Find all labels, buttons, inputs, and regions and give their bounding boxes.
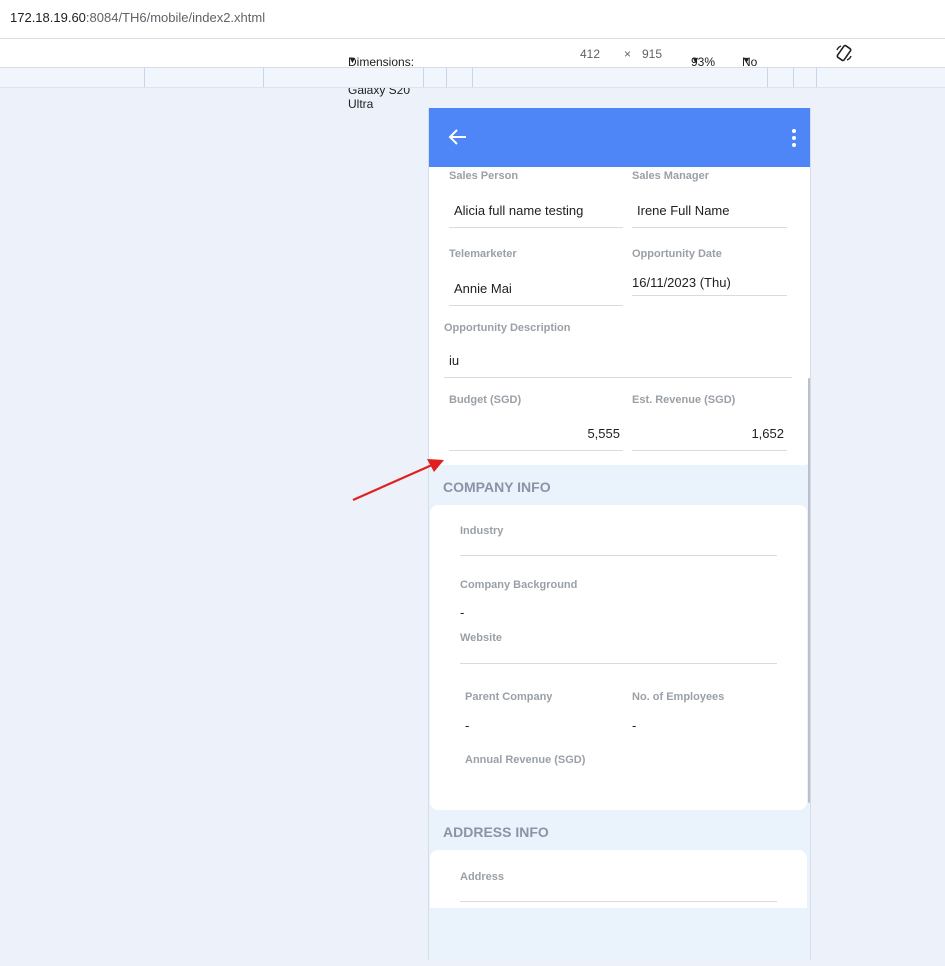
sales-manager-label: Sales Manager [632,170,710,182]
budget-field[interactable]: 5,555 [449,426,620,441]
opportunity-card: Sales Person Alicia full name testing Sa… [429,167,810,465]
address-info-card: Address [430,850,807,908]
ruler-tick [446,68,447,87]
company-background-value: - [460,605,465,620]
divider [449,450,623,451]
divider [444,377,792,378]
employees-label: No. of Employees [632,691,725,703]
opportunity-date-label: Opportunity Date [632,248,722,260]
ruler-tick [793,68,794,87]
dimension-times: × [624,47,632,61]
company-info-heading: COMPANY INFO [443,479,551,495]
app-bar [429,108,810,167]
parent-company-value: - [465,718,470,733]
ruler-tick [423,68,424,87]
company-background-label: Company Background [460,579,578,591]
company-info-card: Industry Company Background - Website Pa… [430,505,807,810]
website-label: Website [460,632,502,644]
divider [632,227,787,228]
rotate-icon[interactable] [835,44,853,65]
telemarketer-label: Telemarketer [449,248,517,260]
opportunity-description-field[interactable]: iu [449,353,459,368]
url-host: 172.18.19.60 [10,10,86,25]
browser-url-bar[interactable]: 172.18.19.60:8084/TH6/mobile/index2.xhtm… [0,0,945,38]
address-field[interactable] [460,901,777,902]
telemarketer-field[interactable]: Annie Mai [454,281,512,296]
budget-label: Budget (SGD) [449,394,522,406]
chevron-down-icon: ▼ [742,55,751,65]
device-height-input[interactable]: 915 [642,47,662,61]
chevron-down-icon: ▼ [348,55,357,65]
parent-company-label: Parent Company [465,691,553,703]
ruler-tick [816,68,817,87]
divider [449,227,623,228]
address-label: Address [460,871,505,883]
sales-person-field[interactable]: Alicia full name testing [454,203,583,218]
opportunity-date-field[interactable]: 16/11/2023 (Thu) [632,275,731,290]
annual-revenue-label: Annual Revenue (SGD) [465,754,586,766]
ruler-tick [472,68,473,87]
media-query-ruler [0,68,945,88]
mobile-viewport: Sales Person Alicia full name testing Sa… [428,108,811,960]
scrollbar[interactable] [808,378,810,803]
ruler-tick [263,68,264,87]
chevron-down-icon: ▼ [691,55,700,65]
address-info-heading: ADDRESS INFO [443,824,549,840]
opportunity-description-label: Opportunity Description [444,322,571,334]
divider [632,295,787,296]
device-toolbar: Dimensions: Samsung Galaxy S20 Ultra ▼ 4… [0,38,945,111]
url-text[interactable]: 172.18.19.60:8084/TH6/mobile/index2.xhtm… [10,10,265,25]
url-path: :8084/TH6/mobile/index2.xhtml [85,10,266,25]
more-vert-icon[interactable] [786,128,802,148]
sales-manager-field[interactable]: Irene Full Name [637,203,729,218]
ruler-tick [767,68,768,87]
back-arrow-icon[interactable] [447,126,469,148]
employees-value: - [632,718,637,733]
industry-label: Industry [460,525,504,537]
device-width-input[interactable]: 412 [580,47,600,61]
sales-person-label: Sales Person [449,170,519,182]
divider [449,305,623,306]
divider [632,450,787,451]
industry-field[interactable] [460,555,777,556]
est-revenue-field[interactable]: 1,652 [632,426,784,441]
ruler-tick [144,68,145,87]
website-field[interactable] [460,663,777,664]
est-revenue-label: Est. Revenue (SGD) [632,394,736,406]
